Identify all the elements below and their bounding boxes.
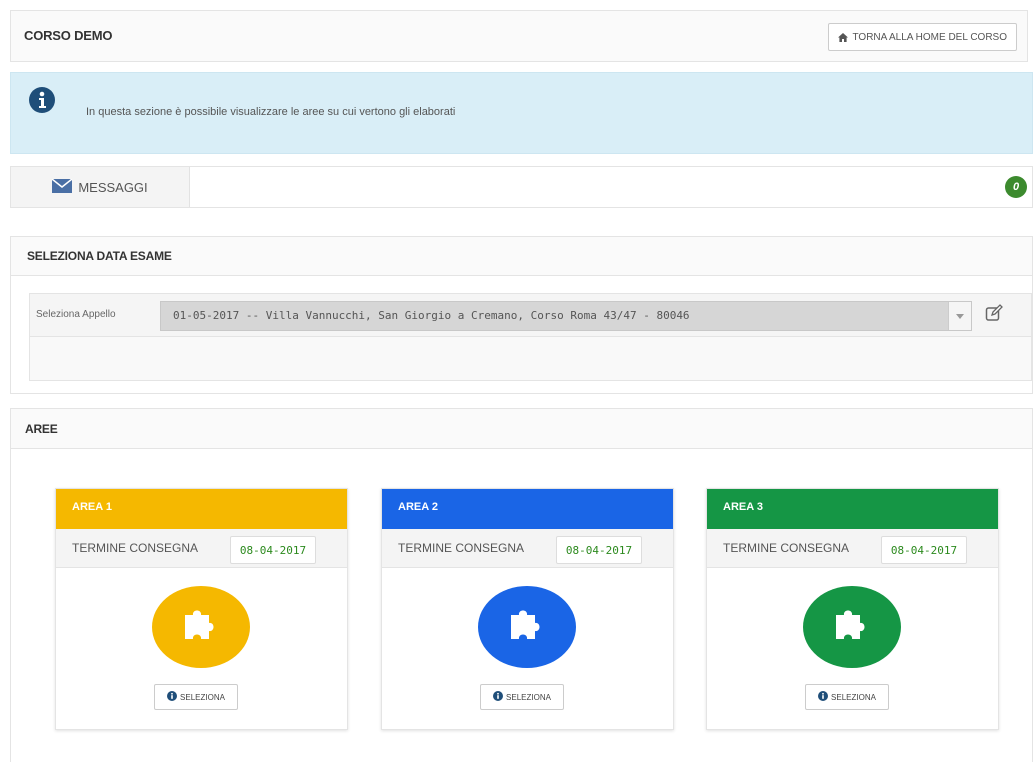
messages-count-badge: 0: [1005, 176, 1027, 198]
exam-date-row: Seleziona Appello 01-05-2017 -- Villa Va…: [30, 294, 1031, 337]
chevron-down-icon[interactable]: [948, 302, 971, 330]
area-card-header: AREA 2: [382, 489, 673, 529]
puzzle-icon: [803, 586, 901, 668]
select-appello-label: Seleziona Appello: [36, 309, 116, 320]
select-button-label: SELEZIONA: [831, 692, 876, 702]
select-button-label: SELEZIONA: [180, 692, 225, 702]
deadline-date: 08-04-2017: [230, 536, 316, 564]
deadline-date: 08-04-2017: [881, 536, 967, 564]
area-card-header: AREA 3: [707, 489, 998, 529]
area-card: AREA 2 TERMINE CONSEGNA 08-04-2017 SELEZ…: [381, 488, 674, 730]
envelope-icon: [51, 177, 73, 196]
home-button-label: TORNA ALLA HOME DEL CORSO: [852, 31, 1008, 43]
page-title: CORSO DEMO: [24, 28, 113, 43]
area-card-header: AREA 1: [56, 489, 347, 529]
edit-icon[interactable]: [985, 304, 1003, 327]
appello-selected-value: 01-05-2017 -- Villa Vannucchi, San Giorg…: [173, 309, 690, 322]
areas-title: AREE: [25, 422, 58, 436]
areas-panel-header: AREE: [11, 409, 1032, 449]
puzzle-icon: [478, 586, 576, 668]
select-area-button[interactable]: SELEZIONA: [805, 684, 889, 710]
deadline-label: TERMINE CONSEGNA: [72, 541, 199, 555]
exam-date-box: Seleziona Appello 01-05-2017 -- Villa Va…: [29, 293, 1032, 381]
info-icon: [818, 691, 829, 703]
messages-bar: MESSAGGI 0: [10, 166, 1033, 208]
info-alert: In questa sezione è possibile visualizza…: [10, 72, 1033, 154]
exam-date-panel: SELEZIONA DATA ESAME Seleziona Appello 0…: [10, 236, 1033, 394]
deadline-row: TERMINE CONSEGNA 08-04-2017: [707, 529, 998, 568]
puzzle-icon: [152, 586, 250, 668]
exam-date-panel-header: SELEZIONA DATA ESAME: [11, 237, 1032, 276]
area-card: AREA 3 TERMINE CONSEGNA 08-04-2017 SELEZ…: [706, 488, 999, 730]
deadline-date: 08-04-2017: [556, 536, 642, 564]
appello-select[interactable]: 01-05-2017 -- Villa Vannucchi, San Giorg…: [160, 301, 972, 331]
deadline-label: TERMINE CONSEGNA: [723, 541, 850, 555]
select-area-button[interactable]: SELEZIONA: [154, 684, 238, 710]
messages-tab-label: MESSAGGI: [78, 179, 148, 195]
info-icon: [167, 691, 178, 703]
deadline-row: TERMINE CONSEGNA 08-04-2017: [56, 529, 347, 568]
course-header: CORSO DEMO TORNA ALLA HOME DEL CORSO: [10, 10, 1028, 62]
messages-tab[interactable]: MESSAGGI: [11, 167, 190, 207]
exam-date-title: SELEZIONA DATA ESAME: [27, 249, 172, 263]
info-icon: [493, 691, 504, 703]
back-to-course-home-button[interactable]: TORNA ALLA HOME DEL CORSO: [827, 23, 1017, 51]
select-button-label: SELEZIONA: [506, 692, 551, 702]
select-area-button[interactable]: SELEZIONA: [480, 684, 564, 710]
deadline-label: TERMINE CONSEGNA: [398, 541, 525, 555]
info-text: In questa sezione è possibile visualizza…: [86, 106, 456, 118]
area-card: AREA 1 TERMINE CONSEGNA 08-04-2017 SELEZ…: [55, 488, 348, 730]
info-icon: [29, 87, 55, 113]
deadline-row: TERMINE CONSEGNA 08-04-2017: [382, 529, 673, 568]
home-icon: [837, 32, 848, 42]
